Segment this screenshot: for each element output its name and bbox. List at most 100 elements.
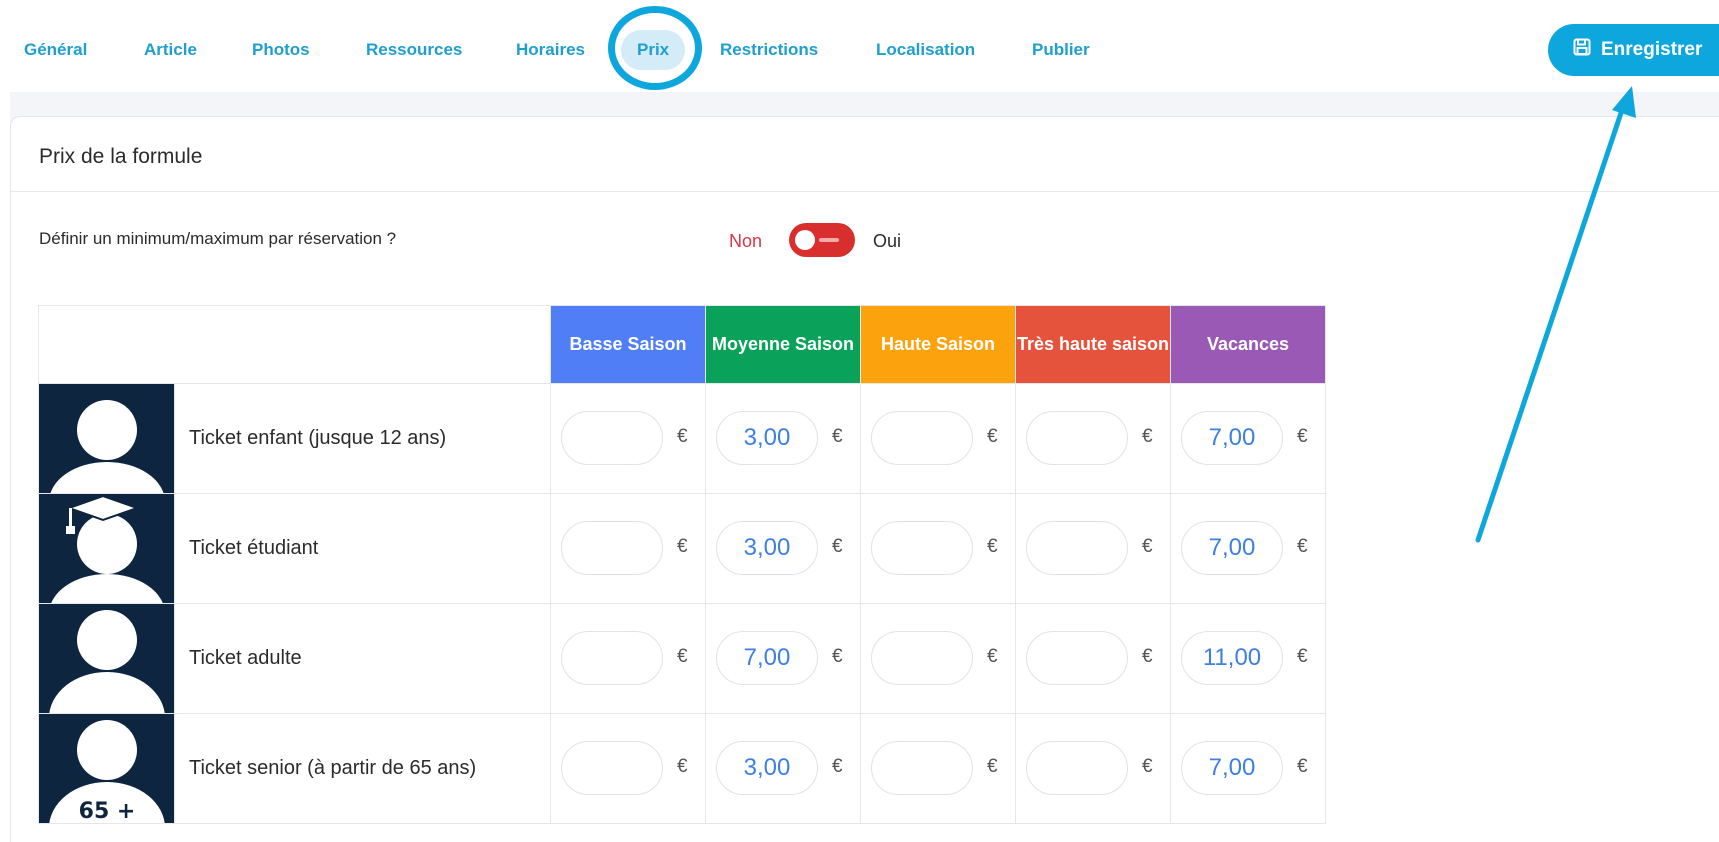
price-input[interactable]: 7,00: [1181, 741, 1283, 795]
euro-sign: €: [677, 426, 688, 447]
senior-avatar-icon: 65 +: [38, 713, 175, 824]
tab-restrictions[interactable]: Restrictions: [720, 40, 818, 60]
price-input[interactable]: [871, 521, 973, 575]
tab-general[interactable]: Général: [24, 40, 87, 60]
price-cell: €: [860, 713, 1016, 824]
price-input[interactable]: [1026, 741, 1128, 795]
tab-horaires[interactable]: Horaires: [516, 40, 585, 60]
price-cell: €: [550, 713, 706, 824]
price-cell: 3,00 €: [705, 383, 861, 494]
table-row: Ticket étudiant € 3,00 € € € 7,00 €: [38, 493, 1326, 604]
euro-sign: €: [1142, 426, 1153, 447]
price-input[interactable]: [561, 411, 663, 465]
child-avatar-icon: [38, 383, 175, 494]
euro-sign: €: [987, 426, 998, 447]
price-cell: 7,00 €: [1170, 493, 1326, 604]
price-input[interactable]: 3,00: [716, 411, 818, 465]
price-cell: €: [1015, 713, 1171, 824]
ticket-name: Ticket adulte: [174, 603, 551, 714]
euro-sign: €: [1297, 756, 1308, 777]
card-header: Prix de la formule: [11, 117, 1719, 192]
header-blank: [38, 305, 551, 384]
price-input[interactable]: [871, 631, 973, 685]
tab-photos[interactable]: Photos: [252, 40, 310, 60]
price-cell: 7,00 €: [1170, 713, 1326, 824]
euro-sign: €: [1142, 646, 1153, 667]
tab-localisation[interactable]: Localisation: [876, 40, 975, 60]
ticket-name: Ticket senior (à partir de 65 ans): [174, 713, 551, 824]
price-input[interactable]: [871, 741, 973, 795]
table-row: 65 + Ticket senior (à partir de 65 ans) …: [38, 713, 1326, 824]
price-cell: 3,00 €: [705, 713, 861, 824]
euro-sign: €: [677, 646, 688, 667]
price-cell: €: [550, 383, 706, 494]
price-cell: €: [1015, 493, 1171, 604]
euro-sign: €: [1297, 536, 1308, 557]
euro-sign: €: [677, 756, 688, 777]
euro-sign: €: [1142, 536, 1153, 557]
euro-sign: €: [1297, 646, 1308, 667]
ticket-name: Ticket étudiant: [174, 493, 551, 604]
toggle-on-label: Oui: [873, 231, 902, 251]
tab-article[interactable]: Article: [144, 40, 197, 60]
price-input[interactable]: 11,00: [1181, 631, 1283, 685]
season-header-moyenne: Moyenne Saison: [705, 305, 861, 384]
table-row: Ticket adulte € 7,00 € € € 11,00 €: [38, 603, 1326, 714]
senior-badge-text: 65 +: [79, 799, 136, 824]
price-cell: €: [860, 383, 1016, 494]
euro-sign: €: [832, 426, 843, 447]
tab-prix[interactable]: Prix: [621, 30, 686, 70]
euro-sign: €: [987, 536, 998, 557]
euro-sign: €: [987, 756, 998, 777]
price-cell: €: [860, 493, 1016, 604]
card-title: Prix de la formule: [39, 145, 203, 168]
price-table: Basse Saison Moyenne Saison Haute Saison…: [38, 305, 1326, 824]
price-input[interactable]: [1026, 521, 1128, 575]
season-header-vacances: Vacances: [1170, 305, 1326, 384]
price-cell: 7,00 €: [705, 603, 861, 714]
euro-sign: €: [832, 536, 843, 557]
euro-sign: €: [677, 536, 688, 557]
price-cell: €: [860, 603, 1016, 714]
price-cell: 11,00 €: [1170, 603, 1326, 714]
price-cell: €: [550, 603, 706, 714]
season-header-basse: Basse Saison: [550, 305, 706, 384]
price-input[interactable]: [1026, 411, 1128, 465]
price-input[interactable]: 3,00: [716, 521, 818, 575]
adult-avatar-icon: [38, 603, 175, 714]
student-avatar-icon: [38, 493, 175, 604]
price-input[interactable]: [1026, 631, 1128, 685]
price-cell: €: [550, 493, 706, 604]
price-input[interactable]: 7,00: [1181, 411, 1283, 465]
price-cell: 7,00 €: [1170, 383, 1326, 494]
price-cell: €: [1015, 383, 1171, 494]
price-input[interactable]: [561, 521, 663, 575]
top-navigation: Général Article Photos Ressources Horair…: [0, 0, 1719, 92]
price-card: Prix de la formule Définir un minimum/ma…: [10, 116, 1719, 842]
tab-publier[interactable]: Publier: [1032, 40, 1090, 60]
minmax-toggle[interactable]: [789, 223, 855, 257]
tab-ressources[interactable]: Ressources: [366, 40, 462, 60]
price-input[interactable]: [871, 411, 973, 465]
euro-sign: €: [832, 756, 843, 777]
season-header-haute: Haute Saison: [860, 305, 1016, 384]
price-input[interactable]: 3,00: [716, 741, 818, 795]
euro-sign: €: [832, 646, 843, 667]
euro-sign: €: [1297, 426, 1308, 447]
euro-sign: €: [987, 646, 998, 667]
season-header-tres-haute: Très haute saison: [1015, 305, 1171, 384]
price-input[interactable]: 7,00: [716, 631, 818, 685]
price-input[interactable]: 7,00: [1181, 521, 1283, 575]
floppy-disk-icon: [1573, 38, 1591, 62]
price-cell: €: [1015, 603, 1171, 714]
season-header-row: Basse Saison Moyenne Saison Haute Saison…: [38, 305, 1326, 384]
euro-sign: €: [1142, 756, 1153, 777]
toggle-off-label: Non: [729, 231, 763, 251]
ticket-name: Ticket enfant (jusque 12 ans): [174, 383, 551, 494]
save-button-label: Enregistrer: [1601, 39, 1703, 60]
price-input[interactable]: [561, 631, 663, 685]
save-button[interactable]: Enregistrer: [1548, 24, 1719, 76]
price-cell: 3,00 €: [705, 493, 861, 604]
price-input[interactable]: [561, 741, 663, 795]
table-row: Ticket enfant (jusque 12 ans) € 3,00 € € …: [38, 383, 1326, 494]
